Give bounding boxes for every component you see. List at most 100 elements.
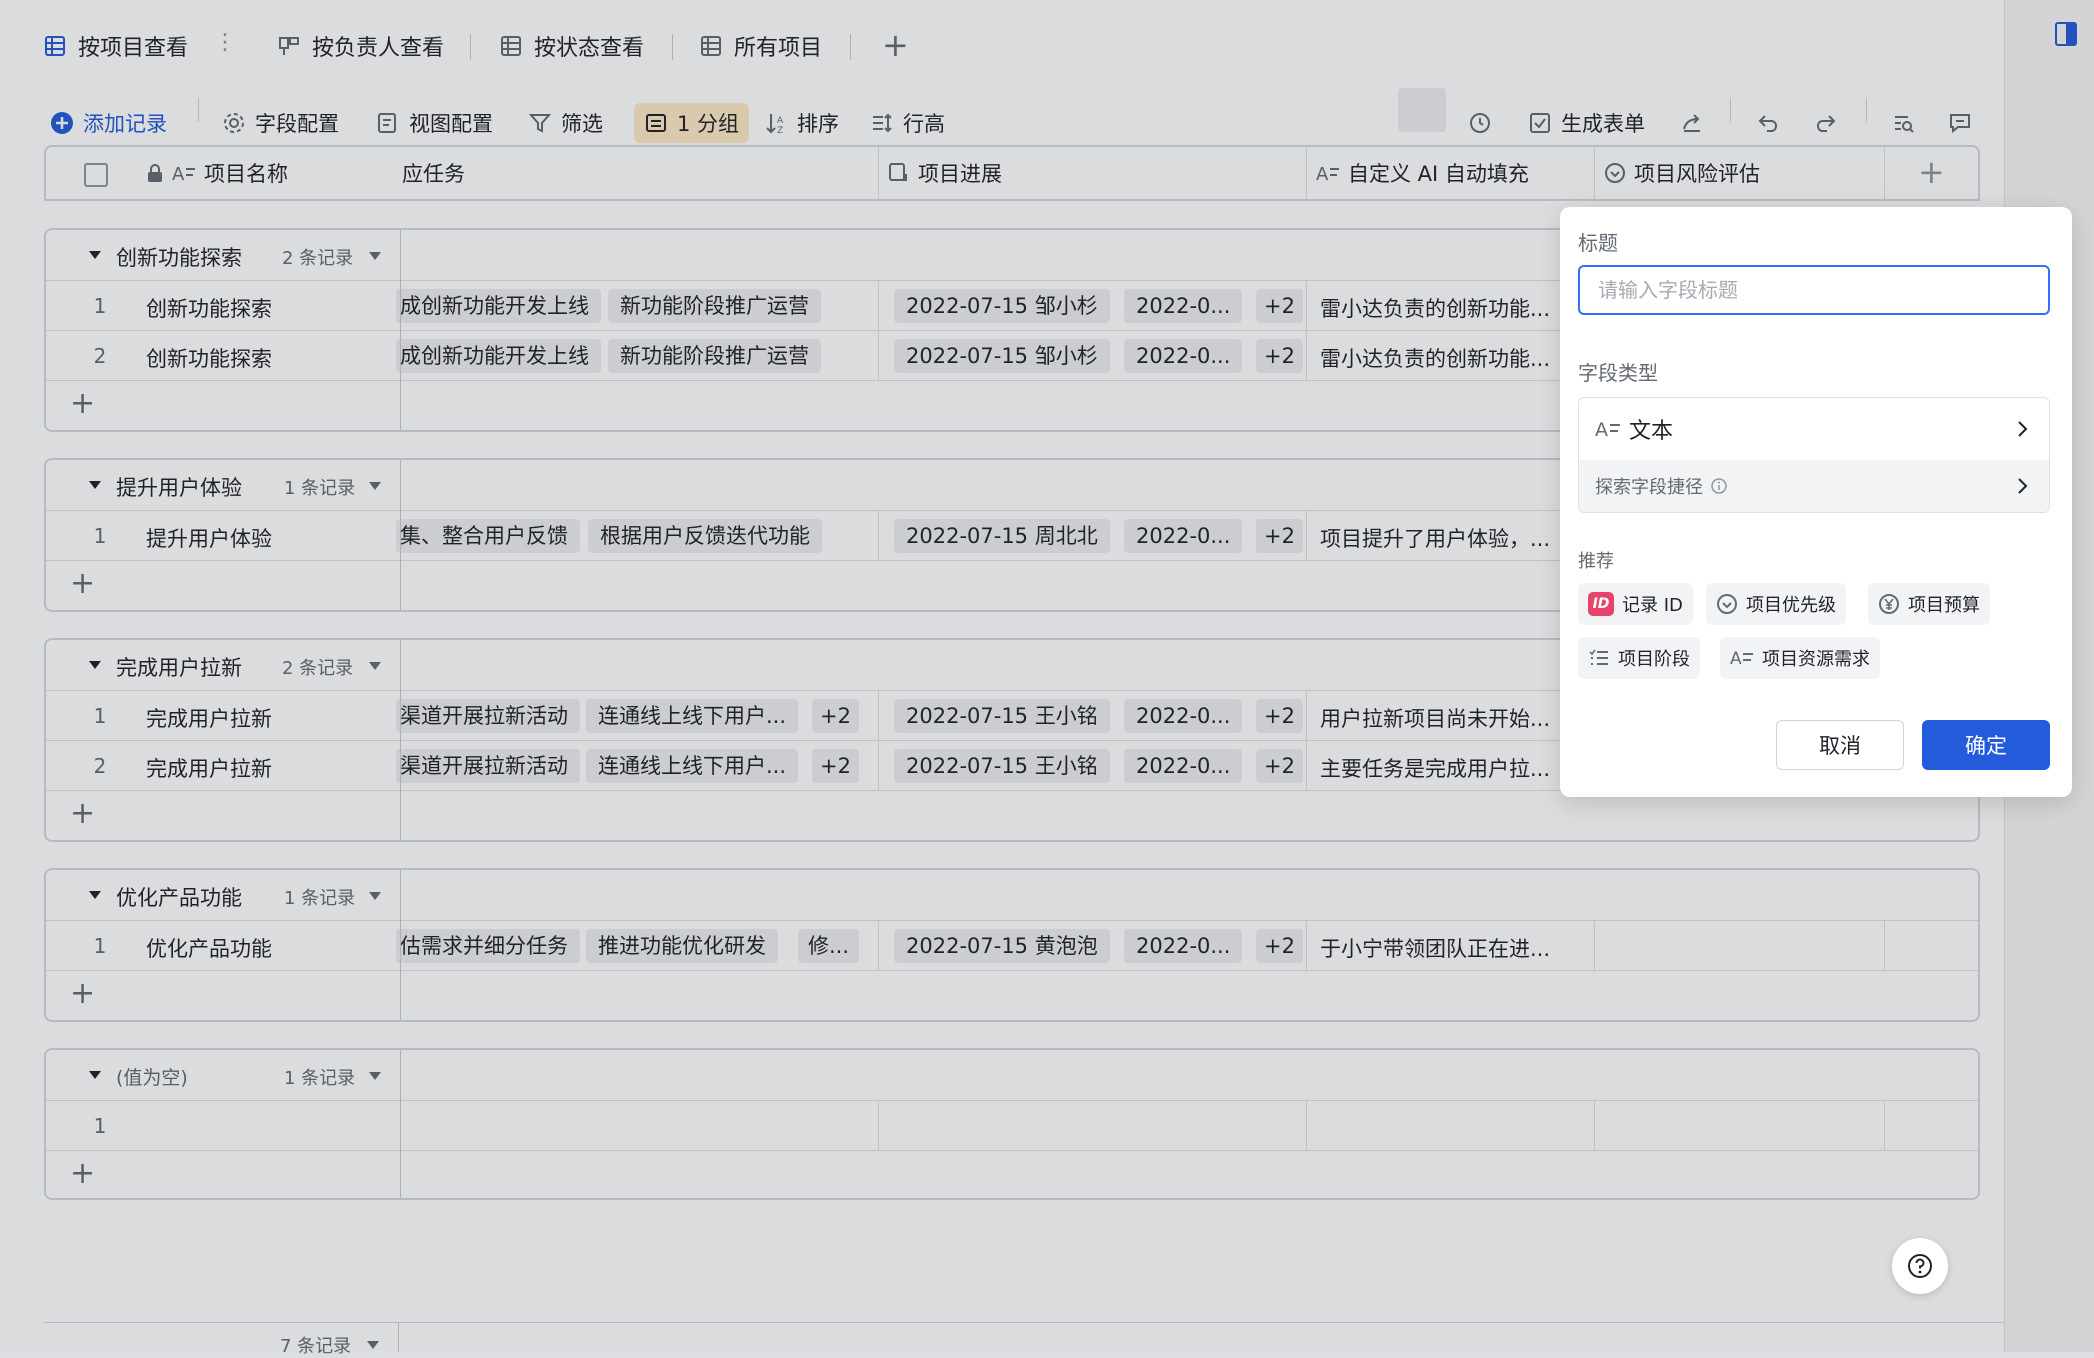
progress-more-tag[interactable]: +2 (1256, 339, 1303, 373)
generate-form-label: 生成表单 (1561, 112, 1645, 136)
progress-more-tag[interactable]: +2 (1256, 699, 1303, 733)
caret-down-icon[interactable] (88, 480, 102, 490)
ai-fill-cell[interactable]: 于小宁带领团队正在进... (1320, 933, 1550, 963)
progress-tag[interactable]: 2022-0... (1124, 699, 1243, 733)
recommend-chip-resource[interactable]: A 项目资源需求 (1720, 637, 1880, 679)
help-button[interactable] (1892, 1238, 1948, 1294)
caret-down-icon[interactable] (368, 481, 382, 491)
field-type-select[interactable]: A 文本 (1579, 398, 2049, 460)
add-column-button[interactable]: + (1918, 153, 1945, 191)
task-tag[interactable]: 新功能阶段推广运营 (608, 289, 821, 323)
task-more-tag[interactable]: +2 (812, 749, 859, 783)
task-tag[interactable]: 根据用户反馈迭代功能 (588, 519, 822, 553)
task-tag[interactable]: 集、整合用户反馈 (396, 519, 580, 553)
ai-fill-cell[interactable]: 雷小达负责的创新功能... (1320, 293, 1550, 323)
row-name-cell[interactable]: 优化产品功能 (146, 933, 272, 963)
row-name-cell[interactable]: 创新功能探索 (146, 293, 272, 323)
caret-down-icon[interactable] (88, 1070, 102, 1080)
caret-down-icon[interactable] (368, 891, 382, 901)
column-header-risk[interactable]: 项目风险评估 (1604, 147, 1760, 199)
add-row[interactable]: + (46, 1150, 1978, 1201)
caret-down-icon[interactable] (368, 1071, 382, 1081)
recommend-chip-stage[interactable]: 项目阶段 (1578, 637, 1700, 679)
filter-label: 筛选 (561, 112, 603, 136)
confirm-button[interactable]: 确定 (1922, 720, 2050, 770)
recommend-chip-priority[interactable]: 项目优先级 (1706, 583, 1846, 625)
task-tag[interactable]: 成创新功能开发上线 (396, 339, 601, 373)
task-tag[interactable]: 推进功能优化研发 (586, 929, 778, 963)
add-row[interactable]: + (46, 790, 1978, 841)
ai-fill-cell[interactable]: 雷小达负责的创新功能... (1320, 343, 1550, 373)
select-all-checkbox[interactable] (84, 163, 108, 187)
cancel-button[interactable]: 取消 (1776, 720, 1904, 770)
progress-tag[interactable]: 2022-0... (1124, 929, 1243, 963)
add-row-icon[interactable]: + (70, 569, 95, 599)
progress-tag[interactable]: 2022-07-15 黄泡泡 (894, 929, 1110, 963)
column-header-progress[interactable]: 项目进展 (888, 147, 1002, 199)
add-row-icon[interactable]: + (70, 979, 95, 1009)
row-number: 2 (93, 344, 107, 368)
field-title-input[interactable]: 请输入字段标题 (1578, 265, 2050, 315)
caret-down-icon[interactable] (366, 1340, 380, 1350)
task-tag[interactable]: 连通线上线下用户... (586, 749, 799, 783)
progress-more-tag[interactable]: +2 (1256, 749, 1303, 783)
task-tag[interactable]: 连通线上线下用户... (586, 699, 799, 733)
progress-more-tag[interactable]: +2 (1256, 929, 1303, 963)
progress-tag[interactable]: 2022-0... (1124, 289, 1243, 323)
progress-more-tag[interactable]: +2 (1256, 519, 1303, 553)
progress-tag[interactable]: 2022-0... (1124, 749, 1243, 783)
progress-tag[interactable]: 2022-0... (1124, 519, 1243, 553)
task-tag[interactable]: 渠道开展拉新活动 (396, 699, 580, 733)
add-row[interactable]: + (46, 970, 1978, 1021)
caret-down-icon[interactable] (88, 250, 102, 260)
column-divider (1306, 147, 1307, 199)
progress-tag[interactable]: 2022-07-15 王小铭 (894, 749, 1110, 783)
toolbar-placeholder (1398, 88, 1446, 132)
column-header-ai-fill[interactable]: A 自定义 AI 自动填充 (1316, 147, 1529, 199)
task-tag[interactable]: 渠道开展拉新活动 (396, 749, 580, 783)
caret-down-icon[interactable] (368, 251, 382, 261)
tab-by-project[interactable]: 按项目查看 (44, 14, 188, 78)
recommend-chip-record-id[interactable]: ID 记录 ID (1578, 583, 1693, 625)
ai-fill-cell[interactable]: 主要任务是完成用户拉... (1320, 753, 1550, 783)
progress-more-tag[interactable]: +2 (1256, 289, 1303, 323)
progress-tag[interactable]: 2022-07-15 邹小杉 (894, 339, 1110, 373)
explore-field-shortcut[interactable]: 探索字段捷径 (1579, 460, 2049, 512)
row-name-cell[interactable]: 完成用户拉新 (146, 753, 272, 783)
column-divider (1594, 920, 1595, 970)
recommend-chip-budget[interactable]: 项目预算 (1868, 583, 1990, 625)
tab-by-owner[interactable]: 按负责人查看 (278, 14, 444, 78)
row-name-cell[interactable]: 创新功能探索 (146, 343, 272, 373)
task-tag[interactable]: 成创新功能开发上线 (396, 289, 601, 323)
ai-fill-cell[interactable]: 项目提升了用户体验，... (1320, 523, 1550, 553)
task-more-tag[interactable]: +2 (812, 699, 859, 733)
add-row-icon[interactable]: + (70, 799, 95, 829)
tab-by-status[interactable]: 按状态查看 (500, 14, 644, 78)
add-row-icon[interactable]: + (70, 1159, 95, 1189)
task-tag[interactable]: 修... (798, 929, 860, 963)
add-row-icon[interactable]: + (70, 389, 95, 419)
group-button[interactable]: 1 分组 (634, 103, 750, 143)
add-view-button[interactable]: + (882, 26, 909, 64)
group-record-count: 2 条记录 (282, 658, 354, 679)
column-header-name[interactable]: A 项目名称 (146, 147, 288, 199)
progress-tag[interactable]: 2022-07-15 周北北 (894, 519, 1110, 553)
progress-tag[interactable]: 2022-07-15 王小铭 (894, 699, 1110, 733)
tab-all-projects[interactable]: 所有项目 (700, 14, 822, 78)
ai-fill-cell[interactable]: 用户拉新项目尚未开始... (1320, 703, 1550, 733)
single-select-icon (1605, 163, 1625, 183)
row-name-cell[interactable]: 提升用户体验 (146, 523, 272, 553)
column-header-task[interactable]: 应任务 (402, 147, 465, 199)
progress-tag[interactable]: 2022-0... (1124, 339, 1243, 373)
task-tag[interactable]: 新功能阶段推广运营 (608, 339, 821, 373)
caret-down-icon[interactable] (88, 660, 102, 670)
table-row[interactable]: 1 (46, 1100, 1978, 1151)
caret-down-icon[interactable] (368, 661, 382, 671)
task-tag[interactable]: 估需求并细分任务 (396, 929, 580, 963)
progress-tag[interactable]: 2022-07-15 邹小杉 (894, 289, 1110, 323)
caret-down-icon[interactable] (88, 890, 102, 900)
table-row[interactable]: 1 优化产品功能 估需求并细分任务 推进功能优化研发 修... 2022-07-… (46, 920, 1978, 971)
row-name-cell[interactable]: 完成用户拉新 (146, 703, 272, 733)
tab-more-icon[interactable]: ⋮ (214, 30, 236, 55)
sidebar-toggle-icon[interactable] (2055, 22, 2077, 46)
